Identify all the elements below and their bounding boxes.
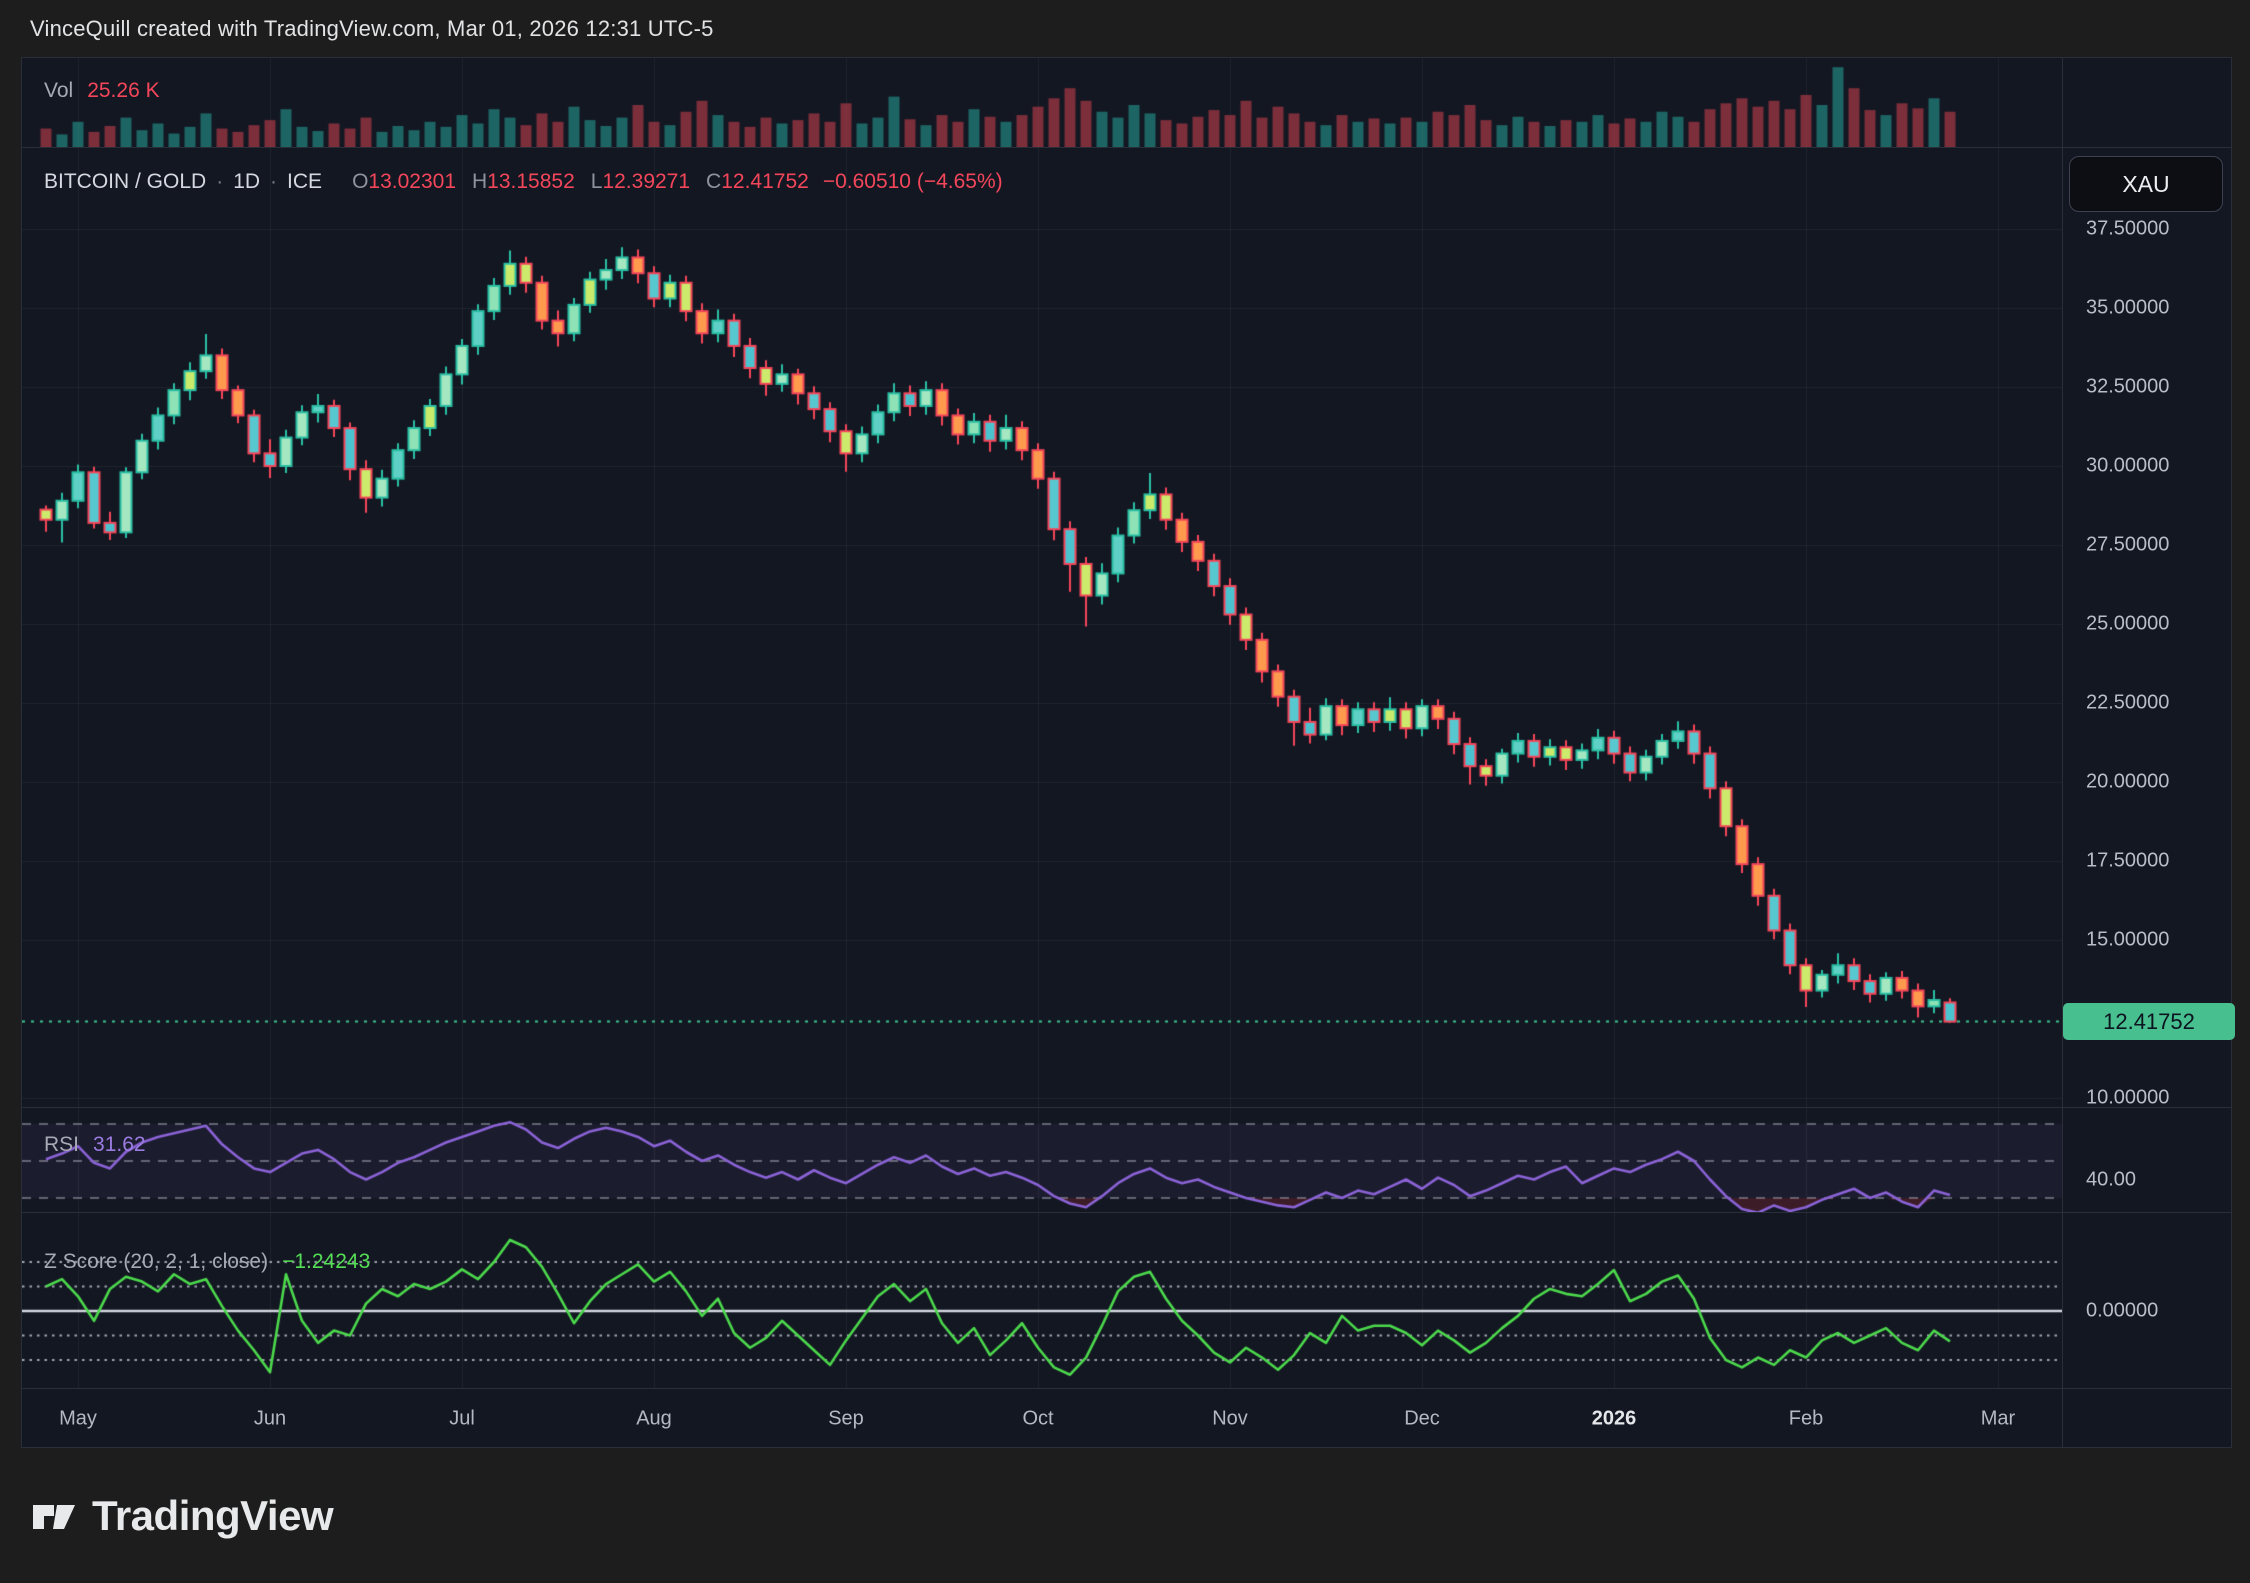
symbol-title[interactable]: BITCOIN / GOLD: [44, 170, 206, 194]
ohlc-key: O: [352, 170, 368, 193]
current-price-badge: 12.41752: [2063, 1003, 2235, 1040]
rsi-pane-canvas[interactable]: [22, 1108, 2062, 1212]
price-axis-label: 25.00000: [2086, 613, 2169, 636]
tradingview-logo-icon: [30, 1492, 78, 1540]
ohlc-values: O13.02301 H13.15852 L12.39271 C12.41752: [336, 170, 809, 194]
tradingview-logo-text: TradingView: [92, 1492, 333, 1540]
symbol-badge: XAU: [2069, 156, 2223, 212]
rsi-label[interactable]: RSI: [44, 1133, 79, 1157]
tradingview-snapshot: VinceQuill created with TradingView.com,…: [0, 0, 2250, 1583]
price-axis-label: 37.50000: [2086, 218, 2169, 241]
zscore-value: −1.24243: [282, 1250, 370, 1274]
time-axis-label: Sep: [828, 1407, 864, 1430]
price-axis-label: 22.50000: [2086, 692, 2169, 715]
zscore-axis-label: 0.00000: [2086, 1300, 2158, 1323]
pane-separator[interactable]: [21, 1107, 2232, 1108]
price-axis-label: 20.00000: [2086, 771, 2169, 794]
zscore-legend: Z Score (20, 2, 1, close) −1.24243: [44, 1250, 370, 1274]
footer-bar: TradingView: [0, 1448, 2250, 1583]
time-axis-label: 2026: [1592, 1407, 1637, 1430]
pane-separator: [21, 57, 2232, 58]
time-axis-label: Oct: [1022, 1407, 1053, 1430]
price-axis-label: 27.50000: [2086, 534, 2169, 557]
volume-label: Vol: [44, 79, 73, 103]
time-axis-label: Nov: [1212, 1407, 1248, 1430]
current-price-text: 12.41752: [2103, 1009, 2195, 1035]
price-axis-label: 15.00000: [2086, 929, 2169, 952]
time-axis-label: May: [59, 1407, 97, 1430]
time-axis-label: Mar: [1981, 1407, 2015, 1430]
pane-border-left: [21, 57, 22, 1448]
ohlc-value: 12.39271: [602, 170, 690, 193]
price-axis-label: 17.50000: [2086, 850, 2169, 873]
pane-border-right: [2231, 57, 2232, 1448]
zscore-pane-canvas[interactable]: [22, 1213, 2062, 1388]
ohlc-value: 13.02301: [368, 170, 456, 193]
legend-exchange: ICE: [287, 170, 322, 194]
legend-separator: ·: [270, 170, 277, 194]
pane-separator[interactable]: [21, 147, 2232, 148]
change-value: −0.60510 (−4.65%): [823, 170, 1003, 194]
price-axis-label: 35.00000: [2086, 297, 2169, 320]
legend-separator: ·: [216, 170, 223, 194]
price-axis-label: 10.00000: [2086, 1087, 2169, 1110]
ohlc-key: L: [591, 170, 603, 193]
time-axis-label: Jun: [254, 1407, 286, 1430]
time-axis-label: Aug: [636, 1407, 672, 1430]
volume-value: 25.26 K: [87, 79, 159, 103]
symbol-legend: BITCOIN / GOLD · 1D · ICE O13.02301 H13.1…: [44, 170, 1003, 194]
rsi-value: 31.62: [93, 1133, 146, 1157]
price-axis-label: 32.50000: [2086, 376, 2169, 399]
rsi-axis-label: 40.00: [2086, 1168, 2136, 1191]
zscore-label[interactable]: Z Score (20, 2, 1, close): [44, 1250, 268, 1274]
attribution-bar: VinceQuill created with TradingView.com,…: [0, 0, 2250, 57]
volume-pane-canvas[interactable]: [22, 58, 2062, 147]
volume-legend: Vol 25.26 K: [44, 79, 160, 103]
attribution-text: VinceQuill created with TradingView.com,…: [30, 16, 714, 42]
tradingview-logo[interactable]: TradingView: [30, 1492, 333, 1540]
ohlc-value: 13.15852: [487, 170, 575, 193]
price-pane-canvas[interactable]: [22, 148, 2062, 1107]
price-axis-label: 30.00000: [2086, 455, 2169, 478]
time-axis-label: Dec: [1404, 1407, 1440, 1430]
ohlc-key: C: [706, 170, 721, 193]
time-axis-label: Feb: [1789, 1407, 1823, 1430]
pane-separator[interactable]: [21, 1212, 2232, 1213]
price-scale-border[interactable]: [2062, 57, 2063, 1448]
rsi-legend: RSI 31.62: [44, 1133, 146, 1157]
ohlc-value: 12.41752: [721, 170, 809, 193]
symbol-badge-text: XAU: [2122, 171, 2169, 198]
chart-widget: Vol 25.26 K BITCOIN / GOLD · 1D · ICE O1…: [21, 57, 2232, 1448]
time-axis[interactable]: May Jun Jul Aug Sep Oct Nov Dec 2026 Feb Mar: [21, 1389, 2232, 1448]
ohlc-key: H: [472, 170, 487, 193]
time-axis-label: Jul: [449, 1407, 475, 1430]
legend-interval[interactable]: 1D: [233, 170, 260, 194]
